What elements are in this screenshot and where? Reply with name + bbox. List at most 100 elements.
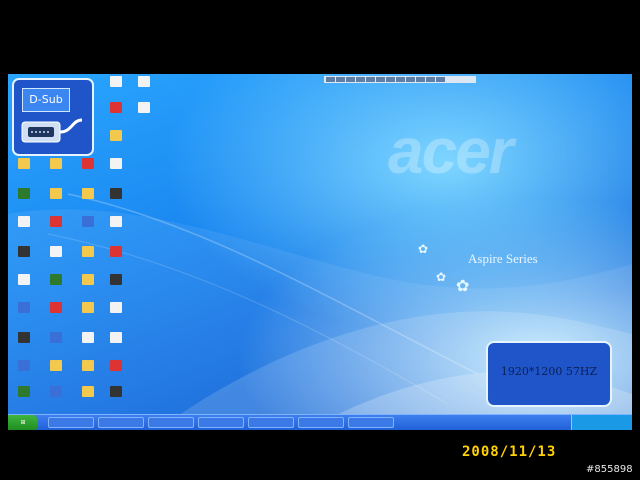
folder-icon (82, 246, 94, 257)
app-icon (18, 188, 30, 199)
butterfly-icon: ✿ (436, 270, 447, 284)
desktop-icon[interactable] (102, 76, 130, 102)
folder-icon (82, 188, 94, 199)
desktop-icon[interactable] (10, 246, 38, 272)
desktop-icon[interactable] (74, 246, 102, 272)
app-icon (18, 332, 30, 343)
app-icon (110, 246, 122, 257)
app-icon (82, 216, 94, 227)
taskbar-item[interactable] (248, 417, 294, 428)
desktop-icon[interactable] (42, 188, 70, 214)
desktop-icon[interactable] (10, 158, 38, 184)
file-icon (110, 332, 122, 343)
taskbar-item[interactable] (348, 417, 394, 428)
toolbar-icon[interactable] (416, 77, 425, 82)
folder-icon (110, 130, 122, 141)
app-icon (110, 360, 122, 371)
desktop-icon[interactable] (42, 274, 70, 300)
desktop-icon[interactable] (102, 102, 130, 128)
file-icon (110, 158, 122, 169)
taskbar-item[interactable] (198, 417, 244, 428)
desktop-icon[interactable] (130, 76, 158, 102)
file-icon (18, 216, 30, 227)
desktop-icon[interactable] (102, 302, 130, 328)
desktop-icon[interactable] (102, 360, 130, 386)
desktop-icon[interactable] (74, 188, 102, 214)
file-icon (110, 76, 122, 87)
system-tray[interactable] (571, 415, 632, 430)
desktop-icon[interactable] (10, 386, 38, 412)
monitor-screen: acer Aspire Series ✿ ✿ ✿ D-Sub 1920*1200… (8, 74, 632, 430)
app-icon (50, 332, 62, 343)
desktop-icon[interactable] (74, 332, 102, 358)
desktop-icon[interactable] (102, 188, 130, 214)
file-icon (18, 274, 30, 285)
toolbar-icon[interactable] (426, 77, 435, 82)
toolbar-icon[interactable] (326, 77, 335, 82)
toolbar-icon[interactable] (346, 77, 355, 82)
toolbar-icon[interactable] (406, 77, 415, 82)
file-icon (82, 332, 94, 343)
desktop-icon[interactable] (74, 360, 102, 386)
taskbar-item[interactable] (148, 417, 194, 428)
start-button[interactable]: ⊞ (8, 415, 38, 430)
desktop-icon[interactable] (102, 246, 130, 272)
taskbar-item[interactable] (48, 417, 94, 428)
toolbar-icon[interactable] (376, 77, 385, 82)
desktop-icon[interactable] (74, 386, 102, 412)
desktop-icon[interactable] (42, 386, 70, 412)
butterfly-icon: ✿ (456, 276, 470, 295)
folder-icon (50, 158, 62, 169)
toolbar-icon[interactable] (386, 77, 395, 82)
desktop-icon[interactable] (102, 332, 130, 358)
app-icon (110, 188, 122, 199)
desktop-icon[interactable] (42, 158, 70, 184)
acer-logo: acer (388, 115, 514, 187)
desktop-icon[interactable] (74, 158, 102, 184)
desktop-icon[interactable] (42, 246, 70, 272)
app-icon (50, 216, 62, 227)
desktop-icon[interactable] (102, 130, 130, 156)
desktop-icon[interactable] (42, 216, 70, 242)
taskbar-item[interactable] (298, 417, 344, 428)
desktop-icon[interactable] (42, 332, 70, 358)
desktop-icon[interactable] (74, 274, 102, 300)
toolbar-icon[interactable] (336, 77, 345, 82)
photo-watermark: #855898 (586, 464, 633, 475)
desktop-icon[interactable] (10, 216, 38, 242)
desktop-icon[interactable] (102, 158, 130, 184)
app-icon (50, 302, 62, 313)
desktop-icon[interactable] (10, 302, 38, 328)
folder-icon (50, 360, 62, 371)
app-icon (50, 274, 62, 285)
file-icon (110, 302, 122, 313)
desktop-icon[interactable] (10, 360, 38, 386)
desktop-icon[interactable] (42, 360, 70, 386)
app-icon (18, 302, 30, 313)
app-icon (50, 386, 62, 397)
folder-icon (18, 158, 30, 169)
desktop-icon[interactable] (130, 102, 158, 128)
desktop-icon[interactable] (74, 216, 102, 242)
toolbar-icon[interactable] (356, 77, 365, 82)
toolbar-icon[interactable] (396, 77, 405, 82)
desktop-icon[interactable] (102, 274, 130, 300)
desktop-icon[interactable] (74, 302, 102, 328)
butterfly-icon: ✿ (418, 242, 429, 256)
taskbar-item[interactable] (98, 417, 144, 428)
toolbar-icon[interactable] (366, 77, 375, 82)
app-icon (18, 386, 30, 397)
desktop-icon[interactable] (10, 188, 38, 214)
desktop-icon[interactable] (42, 302, 70, 328)
desktop-icon[interactable] (10, 332, 38, 358)
app-icon (110, 102, 122, 113)
toolbar-icon[interactable] (436, 77, 445, 82)
desktop-icon[interactable] (102, 216, 130, 242)
desktop-icon[interactable] (102, 386, 130, 412)
app-icon (18, 360, 30, 371)
desktop-icon[interactable] (10, 274, 38, 300)
file-icon (138, 76, 150, 87)
top-quick-toolbar[interactable] (324, 76, 476, 83)
file-icon (110, 216, 122, 227)
osd-resolution-box: 1920*1200 57HZ (486, 341, 612, 407)
